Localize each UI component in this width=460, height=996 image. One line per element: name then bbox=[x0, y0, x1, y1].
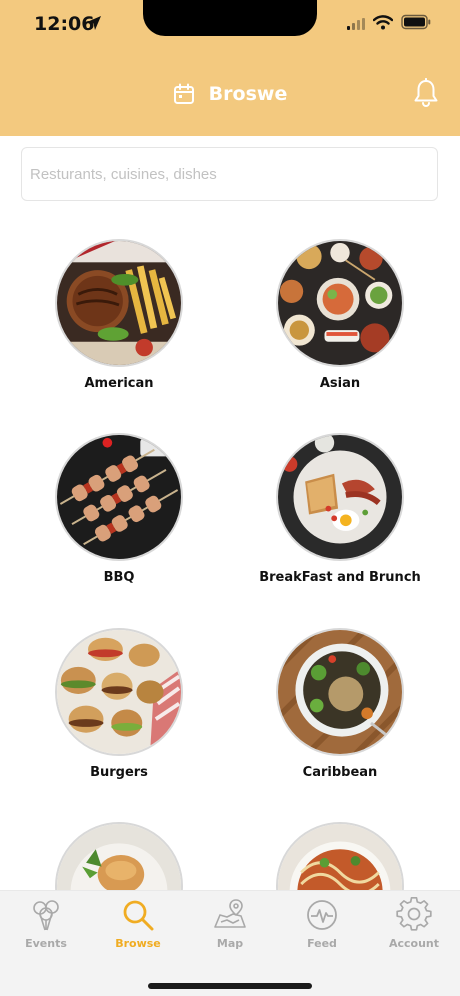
tab-label: Browse bbox=[115, 937, 161, 950]
home-indicator bbox=[148, 983, 312, 989]
american-food-image bbox=[55, 239, 183, 367]
bbq-food-image bbox=[55, 433, 183, 561]
phone-screen: 12:06 Broswe Resturants, cuisines, dishe… bbox=[0, 0, 460, 996]
page-title: Broswe bbox=[208, 83, 288, 105]
location-arrow-icon bbox=[87, 16, 101, 30]
caribbean-food-image bbox=[276, 628, 404, 756]
notch bbox=[143, 0, 317, 36]
search-input[interactable] bbox=[22, 148, 437, 200]
app-header: 12:06 Broswe bbox=[0, 0, 460, 136]
category-label: BreakFast and Brunch bbox=[259, 570, 421, 585]
wifi-icon bbox=[373, 15, 393, 30]
tab-events[interactable]: Events bbox=[0, 891, 92, 961]
gear-icon bbox=[396, 897, 432, 931]
asian-food-image bbox=[276, 239, 404, 367]
tab-label: Account bbox=[388, 937, 440, 950]
breakfast-food-image bbox=[276, 433, 404, 561]
tab-label: Events bbox=[25, 937, 67, 950]
category-american[interactable]: American bbox=[19, 239, 219, 391]
balloons-icon bbox=[33, 900, 59, 931]
category-label: BBQ bbox=[103, 570, 135, 585]
search-icon bbox=[123, 900, 154, 931]
category-asian[interactable]: Asian bbox=[240, 239, 440, 391]
bell-icon[interactable] bbox=[413, 78, 439, 108]
search-box bbox=[21, 147, 438, 201]
pulse-icon bbox=[307, 900, 337, 930]
category-burgers[interactable]: Burgers bbox=[19, 628, 219, 780]
calendar-icon bbox=[173, 83, 194, 104]
category-label: Asian bbox=[319, 376, 361, 391]
tab-browse[interactable]: Browse bbox=[92, 891, 184, 961]
tab-label: Map bbox=[216, 937, 244, 950]
category-label: Caribbean bbox=[302, 765, 378, 780]
tab-feed[interactable]: Feed bbox=[276, 891, 368, 961]
status-bar: 12:06 bbox=[0, 0, 460, 50]
category-breakfast-brunch[interactable]: BreakFast and Brunch bbox=[240, 433, 440, 585]
tab-account[interactable]: Account bbox=[368, 891, 460, 961]
category-label: Burgers bbox=[90, 765, 148, 780]
tab-map[interactable]: Map bbox=[184, 891, 276, 961]
tab-label: Feed bbox=[307, 937, 337, 950]
category-caribbean[interactable]: Caribbean bbox=[240, 628, 440, 780]
header-title-group: Broswe bbox=[0, 78, 460, 110]
bottom-tab-bar: Events Browse Map Feed Account bbox=[0, 890, 460, 996]
cell-signal-icon bbox=[347, 18, 365, 30]
map-icon bbox=[214, 899, 246, 928]
burgers-food-image bbox=[55, 628, 183, 756]
category-bbq[interactable]: BBQ bbox=[19, 433, 219, 585]
category-label: American bbox=[84, 376, 154, 391]
battery-icon bbox=[401, 14, 431, 30]
